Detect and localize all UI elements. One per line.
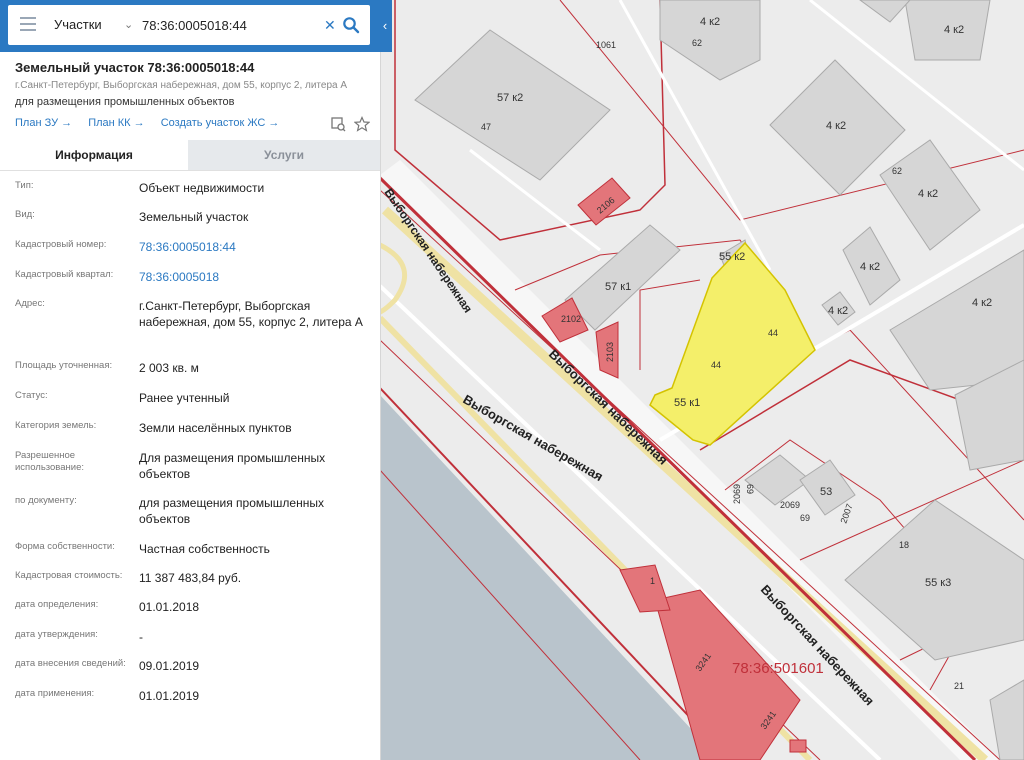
info-value: Ранее учтенный (139, 391, 230, 405)
info-label: Кадастровый номер: (15, 239, 107, 250)
building-label: 55 к1 (674, 397, 700, 409)
building-label: 2069 (732, 484, 742, 504)
building-label: 4 к2 (944, 24, 964, 36)
building-label: 69 (800, 513, 810, 523)
info-value: 2 003 кв. м (139, 361, 199, 375)
building-label: 53 (820, 486, 832, 498)
building-red (789, 739, 807, 753)
create-parcel-link[interactable]: Создать участок ЖС → (161, 117, 280, 129)
building-label: 62 (892, 166, 902, 176)
info-panel: Земельный участок 78:36:0005018:44 г.Сан… (0, 0, 381, 760)
info-label: Адрес: (15, 298, 45, 309)
info-label: дата применения: (15, 688, 95, 699)
info-label: дата определения: (15, 599, 99, 610)
info-label: Кадастровый квартал: (15, 269, 114, 280)
parcel-purpose: для размещения промышленных объектов (15, 96, 235, 108)
parcel-address: г.Санкт-Петербург, Выборгская набережная… (15, 80, 348, 91)
cadastral-number-link[interactable]: 78:36:0005018:44 (139, 239, 367, 255)
building-label: 1 (650, 576, 655, 586)
info-value: 11 387 483,84 руб. (139, 571, 242, 585)
building-label: 44 (768, 328, 778, 338)
info-label: Разрешенное использование: (15, 450, 85, 473)
info-value: 01.01.2019 (139, 689, 200, 703)
tab-divider (0, 170, 380, 171)
info-value: 01.01.2018 (139, 600, 200, 614)
info-value: 09.01.2019 (139, 659, 200, 673)
search-category-select[interactable]: Участки (54, 5, 102, 45)
building-label: 47 (481, 122, 491, 132)
building-label: 1061 (596, 40, 616, 50)
building-label: 4 к2 (918, 188, 938, 200)
building-label: 62 (692, 38, 702, 48)
plan-zu-link[interactable]: План ЗУ → (15, 117, 72, 129)
plan-kk-link[interactable]: План КК → (88, 117, 144, 129)
building-label: 2102 (561, 314, 581, 324)
info-value: Земельный участок (139, 210, 249, 224)
building-label: 4 к2 (972, 297, 992, 309)
info-value: Объект недвижимости (139, 181, 265, 195)
building-label: 2069 (780, 500, 800, 510)
tab-information[interactable]: Информация (0, 140, 188, 171)
building-label: 55 к3 (925, 577, 951, 589)
info-value: Для размещения промышленных объектов (139, 451, 326, 481)
building-label: 44 (711, 360, 721, 370)
info-label: Категория земель: (15, 420, 97, 431)
building-label: 69 (745, 484, 755, 494)
parcel-title: Земельный участок 78:36:0005018:44 (15, 60, 255, 75)
cadastral-quarter-link[interactable]: 78:36:0005018 (139, 269, 367, 285)
search-header: Участки ⌄ ✕ ‹ (0, 0, 392, 52)
collapse-panel-icon[interactable]: ‹ (378, 4, 392, 48)
info-value: - (139, 630, 143, 644)
info-label: Тип: (15, 180, 34, 191)
building-label: 18 (899, 540, 909, 550)
info-value: Частная собственность (139, 542, 270, 556)
building-label: 2103 (605, 342, 615, 362)
building-label: 4 к2 (860, 261, 880, 273)
tab-bar: Информация Услуги (0, 140, 380, 171)
building-label: 21 (954, 681, 964, 691)
info-value: г.Санкт-Петербург, Выборгская набережная… (139, 299, 363, 329)
building-label: 4 к2 (828, 305, 848, 317)
search-box: Участки ⌄ ✕ (8, 5, 370, 45)
building-label: 57 к1 (605, 281, 631, 293)
info-label: по документу: (15, 495, 77, 506)
chevron-down-icon[interactable]: ⌄ (124, 5, 133, 45)
info-value: для размещения промышленных объектов (139, 496, 324, 526)
info-label: Вид: (15, 209, 35, 220)
hamburger-menu-icon[interactable] (20, 17, 36, 31)
building-label: 55 к2 (719, 251, 745, 263)
info-value: Земли населённых пунктов (139, 421, 292, 435)
parcel-links: План ЗУ → План КК → Создать участок ЖС → (15, 117, 292, 129)
info-label: Площадь уточненная: (15, 360, 113, 371)
info-label: дата утверждения: (15, 629, 98, 640)
building-label: 57 к2 (497, 92, 523, 104)
clear-icon[interactable]: ✕ (324, 5, 336, 45)
share-icon[interactable] (330, 116, 346, 132)
building-label: 4 к2 (700, 16, 720, 28)
building-label: 4 к2 (826, 120, 846, 132)
action-icons (326, 116, 371, 134)
quarter-label: 78:36:501601 (732, 660, 824, 677)
info-label: Статус: (15, 390, 48, 401)
tab-services[interactable]: Услуги (188, 140, 380, 170)
favorite-star-icon[interactable] (353, 116, 371, 132)
search-icon[interactable] (342, 16, 360, 34)
info-label: Форма собственности: (15, 541, 115, 552)
info-label: дата внесения сведений: (15, 658, 126, 669)
info-label: Кадастровая стоимость: (15, 570, 123, 581)
search-input[interactable] (142, 13, 320, 37)
